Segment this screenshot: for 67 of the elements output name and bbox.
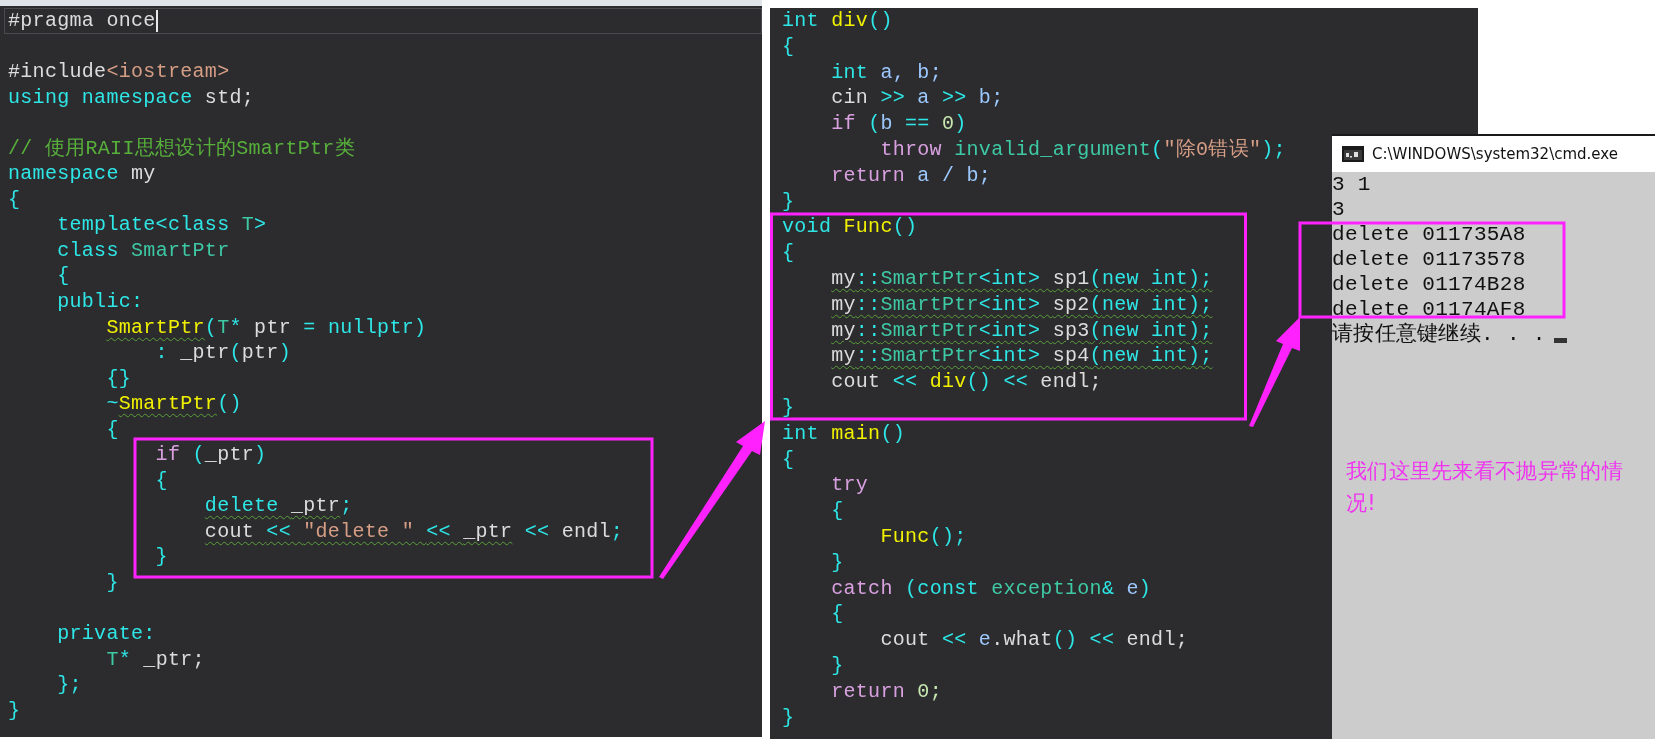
code-line: int a, b; [830, 59, 942, 86]
code-line: { [154, 467, 168, 494]
code-line: T* _ptr; [105, 646, 205, 673]
code-line: using namespace std; [8, 84, 255, 111]
code-line: { [782, 240, 795, 266]
code-line: delete _ptr; [203, 493, 353, 519]
console-line: delete 01174B28 [1332, 272, 1526, 297]
code-line: private: [56, 621, 156, 647]
text-cursor [155, 9, 158, 32]
code-line: } [154, 544, 168, 571]
window-title: C:\WINDOWS\system32\cmd.exe [1372, 145, 1618, 163]
code-line: } [782, 394, 795, 421]
code-editor[interactable] [0, 0, 762, 737]
code-line: throw invalid_argument("除0错误"); [879, 137, 1286, 163]
code-line: {} [105, 365, 132, 392]
code-line: return 0; [830, 678, 942, 705]
code-line: { [830, 601, 844, 628]
code-line: } [830, 549, 844, 576]
console-line: delete 01173578 [1332, 247, 1526, 272]
code-line: { [782, 446, 795, 473]
code-line: public: [56, 289, 144, 315]
code-line: my::SmartPtr<int> sp1(new int); [830, 265, 1213, 292]
code-line: } [782, 188, 795, 215]
code-editor[interactable] [770, 8, 1332, 739]
code-line: my::SmartPtr<int> sp4(new int); [830, 343, 1213, 370]
console-icon [1342, 146, 1364, 162]
code-line: try [830, 472, 869, 499]
code-line: cin >> a >> b; [830, 85, 1004, 112]
annotation-text: 我们这里先来看不抛异常的情况! [1346, 458, 1624, 517]
code-line: SmartPtr(T* ptr = nullptr) [105, 314, 427, 341]
console-line: delete 011735A8 [1332, 222, 1526, 247]
code-line: { [782, 33, 795, 60]
console-line: 请按任意键继续. . . [1332, 322, 1546, 347]
code-line: template<class T> [56, 212, 267, 238]
code-line: { [8, 186, 21, 213]
code-line: if (b == 0) [830, 111, 967, 137]
code-line: my::SmartPtr<int> sp2(new int); [830, 291, 1213, 318]
code-line: #include<iostream> [8, 59, 230, 85]
code-line: if (_ptr) [154, 442, 267, 468]
code-line: } [830, 652, 844, 679]
code-line: { [830, 498, 844, 524]
code-line: }; [56, 672, 82, 698]
code-line: namespace my [8, 161, 156, 187]
text-cursor [1553, 338, 1567, 343]
code-line: int div() [782, 8, 893, 34]
code-line: Func(); [879, 523, 967, 550]
code-line: cout << e.what() << endl; [879, 627, 1188, 653]
code-line: // 使用RAII思想设计的SmartPtr类 [8, 135, 355, 162]
code-line: } [8, 697, 21, 724]
console-line: delete 01174AF8 [1332, 297, 1526, 322]
code-line: ~SmartPtr() [105, 391, 242, 417]
code-line: : _ptr(ptr) [154, 340, 291, 366]
code-line: catch (const exception& e) [830, 575, 1152, 602]
code-line: return a / b; [830, 162, 992, 189]
code-line: cout << div() << endl; [830, 369, 1102, 395]
code-line: } [105, 570, 119, 596]
code-line: my::SmartPtr<int> sp3(new int); [830, 317, 1213, 344]
code-line: { [56, 263, 70, 289]
console-line: 3 [1332, 197, 1345, 222]
code-line: } [782, 704, 795, 731]
code-line: class SmartPtr [56, 237, 230, 264]
code-line: void Func() [782, 214, 918, 241]
code-line: #pragma once [8, 8, 156, 34]
code-line: int main() [782, 420, 906, 447]
console-line: 3 1 [1332, 172, 1371, 197]
code-line: cout << "delete " << _ptr << endl; [203, 518, 624, 545]
code-line: { [105, 416, 119, 443]
